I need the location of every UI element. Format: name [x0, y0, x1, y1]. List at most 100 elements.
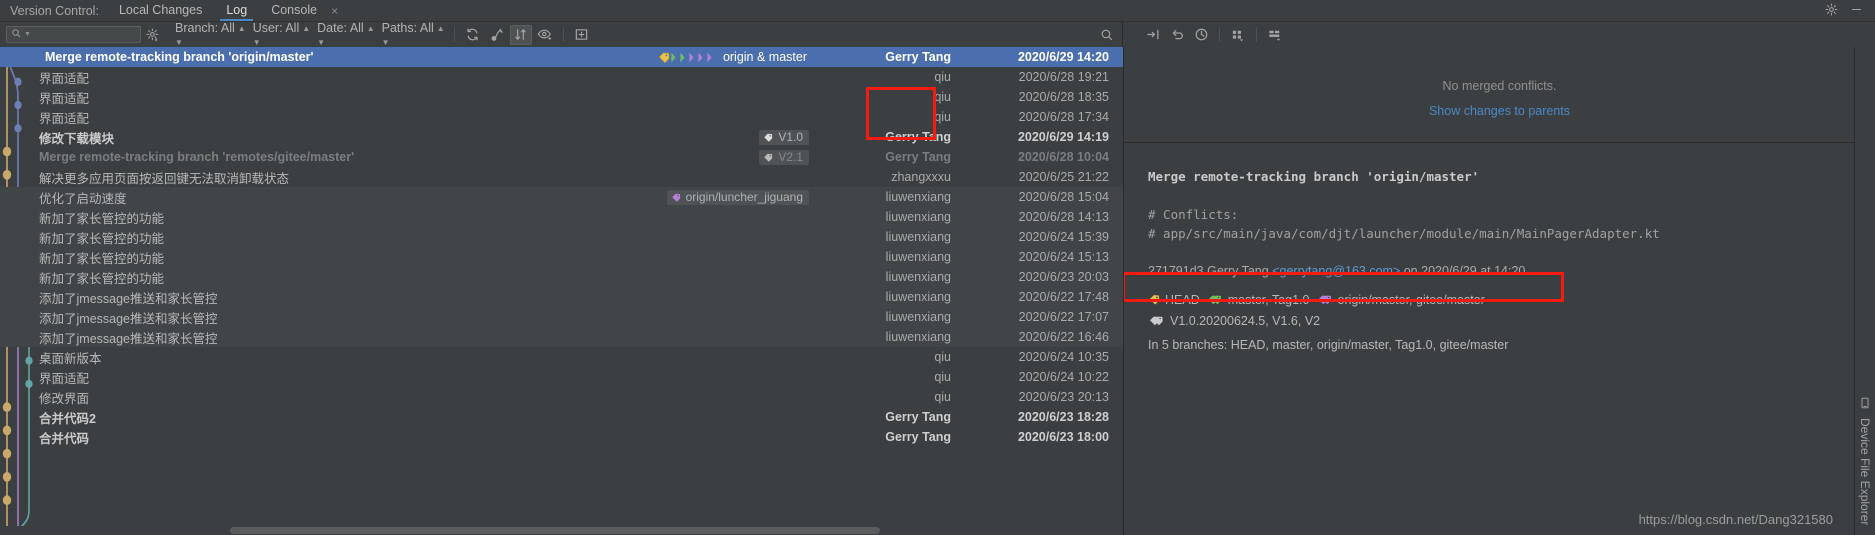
refresh-button[interactable] [462, 25, 484, 45]
table-row[interactable]: 新加了家长管控的功能 liuwenxiang 2020/6/24 15:13 [0, 247, 1123, 267]
table-row[interactable]: 界面适配 qiu 2020/6/28 17:34 [0, 107, 1123, 127]
toolbar-divider [453, 27, 455, 42]
table-row[interactable]: 优化了启动速度 origin/luncher_jiguang liuwenxia… [0, 187, 1123, 207]
conflicts-heading: # Conflicts: [1148, 207, 1239, 222]
device-file-explorer-label[interactable]: Device File Explorer [1858, 418, 1872, 529]
commit-author: qiu [934, 90, 951, 104]
details-vertical-scrollbar[interactable] [1845, 47, 1854, 535]
branch-chevron-purple-2 [698, 52, 703, 62]
tag-icon [764, 153, 773, 162]
commit-author: qiu [934, 350, 951, 364]
undo-button[interactable] [1166, 25, 1188, 45]
commit-log-panel[interactable]: Merge remote-tracking branch 'origin/mas… [0, 47, 1124, 535]
close-console-tab-icon[interactable]: × [331, 4, 344, 18]
commit-date: 2020/6/23 20:13 [1018, 390, 1109, 404]
paths-filter[interactable]: Paths: All ▲ ▼ [378, 21, 448, 49]
search-commits-button[interactable] [1100, 28, 1114, 42]
commit-date: 2020/6/29 14:19 [1017, 130, 1109, 144]
branch-chevron-green [671, 52, 676, 62]
table-row[interactable]: 界面适配 qiu 2020/6/24 10:22 [0, 367, 1123, 387]
commit-date: 2020/6/24 15:39 [1018, 230, 1109, 244]
tag-icon [658, 52, 670, 63]
table-row[interactable]: 界面适配 qiu 2020/6/28 18:35 [0, 87, 1123, 107]
table-row[interactable]: 新加了家长管控的功能 liuwenxiang 2020/6/28 14:13 [0, 207, 1123, 227]
commit-refs-line: HEAD master, Tag1.0 origin/master, gitee… [1148, 290, 1875, 309]
tag-chip[interactable]: V2.1 [759, 149, 809, 165]
show-details-button[interactable] [571, 25, 593, 45]
gear-icon[interactable] [1825, 3, 1838, 19]
table-row[interactable]: 添加了jmessage推送和家长管控 liuwenxiang 2020/6/22… [0, 287, 1123, 307]
user-filter[interactable]: User: All ▲ ▼ [249, 21, 313, 49]
tags-label: V1.0.20200624.5, V1.6, V2 [1170, 313, 1321, 328]
table-row[interactable]: 合并代码 Gerry Tang 2020/6/23 18:00 [0, 427, 1123, 447]
right-tool-strip: Device File Explorer [1854, 47, 1875, 535]
show-hide-long-edges-button[interactable] [534, 25, 556, 45]
commit-author: Gerry Tang [885, 430, 951, 444]
tag-label: V1.0 [778, 130, 803, 144]
commit-date: 2020/6/28 15:04 [1018, 190, 1109, 204]
commit-author: liuwenxiang [885, 210, 951, 224]
commit-timestamp: on 2020/6/29 at 14:20 [1403, 264, 1526, 278]
grid-dropdown-icon[interactable] [1227, 25, 1249, 45]
commit-author: Gerry Tang [885, 150, 951, 164]
minimize-icon[interactable] [1850, 3, 1863, 19]
commit-author: zhangxxxu [891, 170, 951, 184]
tag-icon [764, 133, 773, 142]
commit-subject: 桌面新版本 [39, 351, 102, 366]
commit-author: qiu [934, 110, 951, 124]
commit-subject: 解决更多应用页面按返回键无法取消卸载状态 [39, 171, 290, 186]
table-row[interactable]: Merge remote-tracking branch 'remotes/gi… [0, 147, 1123, 167]
commit-date: 2020/6/24 10:35 [1018, 350, 1109, 364]
refs-spacer [1148, 281, 1875, 290]
head-tag-icon [1149, 295, 1160, 305]
window-controls [1825, 3, 1875, 19]
watermark-url: https://blog.csdn.net/Dang321580 [1638, 512, 1833, 527]
commit-date: 2020/6/25 21:22 [1018, 170, 1109, 184]
version-control-window: Version Control: Local Changes Log Conso… [0, 0, 1875, 535]
go-to-child-button[interactable] [1142, 25, 1164, 45]
branch-chip[interactable]: origin/luncher_jiguang [666, 189, 809, 205]
table-row[interactable]: Merge remote-tracking branch 'origin/mas… [0, 47, 1123, 67]
tab-local-changes[interactable]: Local Changes [107, 0, 214, 21]
branch-chevron-purple [689, 52, 694, 62]
commit-date: 2020/6/22 17:07 [1018, 310, 1109, 324]
commit-date: 2020/6/28 10:04 [1017, 150, 1109, 164]
table-row[interactable]: 桌面新版本 qiu 2020/6/24 10:35 [0, 347, 1123, 367]
commit-author: Gerry Tang [885, 410, 951, 424]
commit-subject: 合并代码2 [39, 411, 96, 426]
commit-subject: 修改下载模块 [39, 131, 115, 146]
search-box[interactable]: ▼ [6, 26, 141, 43]
tab-log[interactable]: Log [214, 0, 259, 21]
table-row[interactable]: 新加了家长管控的功能 liuwenxiang 2020/6/23 20:03 [0, 267, 1123, 287]
table-row[interactable]: 修改下载模块 V1.0 Gerry Tang 2020/6/29 14:19 [0, 127, 1123, 147]
tag-chip[interactable]: V1.0 [759, 129, 809, 145]
branch-label: origin/luncher_jiguang [685, 190, 803, 204]
log-settings-button[interactable] [142, 25, 164, 45]
table-row[interactable]: 添加了jmessage推送和家长管控 liuwenxiang 2020/6/22… [0, 307, 1123, 327]
window-tab-bar: Version Control: Local Changes Log Conso… [0, 0, 1875, 22]
commit-subject: 添加了jmessage推送和家长管控 [39, 331, 218, 346]
branch-filter[interactable]: Branch: All ▲ ▼ [171, 21, 249, 49]
highlight-my-commits-button[interactable] [486, 25, 508, 45]
intellisort-button[interactable] [509, 24, 532, 45]
search-dropdown-icon[interactable]: ▼ [24, 31, 31, 38]
tab-console[interactable]: Console [259, 0, 329, 21]
layout-dropdown-icon[interactable] [1264, 25, 1286, 45]
table-row[interactable]: 合并代码2 Gerry Tang 2020/6/23 18:28 [0, 407, 1123, 427]
clock-icon[interactable] [1190, 25, 1212, 45]
scrollbar-thumb[interactable] [230, 527, 880, 534]
table-row[interactable]: 添加了jmessage推送和家长管控 liuwenxiang 2020/6/22… [0, 327, 1123, 347]
commit-author: liuwenxiang [885, 230, 951, 244]
table-row[interactable]: 新加了家长管控的功能 liuwenxiang 2020/6/24 15:39 [0, 227, 1123, 247]
table-row[interactable]: 界面适配 qiu 2020/6/28 19:21 [0, 67, 1123, 87]
search-input[interactable] [32, 27, 136, 42]
table-row[interactable]: 解决更多应用页面按返回键无法取消卸载状态 zhangxxxu 2020/6/25… [0, 167, 1123, 187]
table-row[interactable]: 修改界面 qiu 2020/6/23 20:13 [0, 387, 1123, 407]
commit-author-email[interactable]: <gerrytang@163.com> [1272, 264, 1400, 278]
commit-tags: V1.0 [759, 129, 809, 145]
commit-date: 2020/6/24 10:22 [1018, 370, 1109, 384]
show-changes-to-parents-link[interactable]: Show changes to parents [1429, 104, 1570, 118]
date-filter[interactable]: Date: All ▲ ▼ [313, 21, 377, 49]
horizontal-scrollbar[interactable] [0, 526, 1123, 535]
tag-label: V2.1 [778, 150, 803, 164]
